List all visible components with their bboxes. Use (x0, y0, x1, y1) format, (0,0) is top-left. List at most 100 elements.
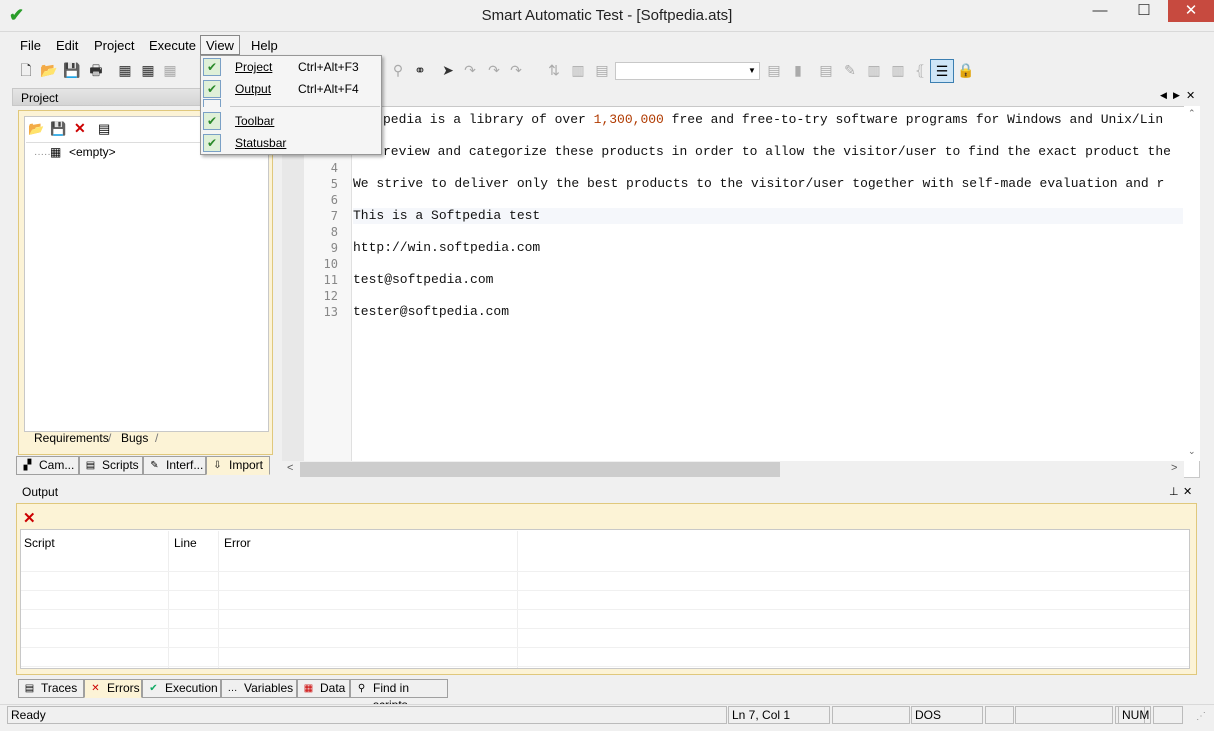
vertical-scrollbar[interactable] (1184, 106, 1200, 461)
combobox-arrow-icon[interactable]: ▼ (745, 62, 759, 80)
table-row[interactable] (21, 572, 1189, 591)
code-line-11: test@softpedia.com (353, 272, 494, 287)
report-icon[interactable]: ▤ (592, 60, 612, 80)
scroll-right-icon[interactable]: > (1171, 462, 1177, 474)
code-line-5: We strive to deliver only the best produ… (353, 176, 1165, 191)
save-icon[interactable]: 💾 (50, 121, 66, 137)
table-row[interactable] (21, 610, 1189, 629)
view-menu-item-statusbar[interactable]: Statusbar (235, 136, 286, 150)
step-icon[interactable]: ↷ (460, 60, 480, 80)
tab-bugs[interactable]: Bugs (121, 431, 148, 445)
menu-project[interactable]: Project (89, 36, 139, 54)
tab-campaigns[interactable]: ▞ Cam... (16, 456, 79, 475)
sort-icon[interactable]: ⇅ (544, 60, 564, 80)
tab-divider: / (155, 431, 159, 445)
brackets-icon[interactable]: ⦃ (910, 60, 930, 80)
tree-item-empty[interactable]: <empty> (69, 145, 116, 159)
tab-find-in-scripts[interactable]: ⚲Find in scripts (350, 679, 448, 712)
chart-icon[interactable]: ▥ (568, 60, 588, 80)
line-number: 9 (330, 241, 338, 255)
script-icon[interactable]: ▦ (138, 60, 158, 80)
run-icon[interactable]: ➤ (438, 60, 458, 80)
horizontal-scroll-thumb[interactable] (300, 462, 780, 477)
scroll-up-icon[interactable]: ⌃ (1188, 108, 1196, 119)
edit-icon[interactable]: ✎ (840, 60, 860, 80)
status-slot (832, 706, 910, 724)
close-button[interactable]: ✕ (1168, 0, 1214, 22)
open-folder-icon[interactable]: 📂 (39, 60, 59, 80)
delete-icon[interactable]: ✕ (74, 120, 86, 137)
lock-icon[interactable]: 🔒 (956, 60, 976, 80)
save-icon[interactable]: 💾 (62, 60, 82, 80)
nav-left-icon[interactable]: ◀ (1160, 90, 1167, 101)
import-icon: ⇩ (213, 460, 222, 471)
tab-errors[interactable]: ✕ Errors (84, 679, 142, 698)
code-line-3: review and categorize these products in … (383, 144, 1171, 159)
tab-requirements[interactable]: Requirements (34, 431, 109, 445)
new-file-icon[interactable]: 🗋 (16, 60, 36, 80)
close-editor-icon[interactable]: ✕ (1186, 89, 1195, 102)
column-header-script[interactable]: Script (20, 533, 168, 553)
stop-icon[interactable]: ↷ (506, 60, 526, 80)
print-icon[interactable]: 🖶 (86, 60, 106, 80)
columns-icon[interactable]: ▥ (888, 60, 908, 80)
bar-chart-icon[interactable]: ▮ (788, 60, 808, 80)
shortcut-label: Ctrl+Alt+F3 (298, 60, 359, 74)
traces-icon: ▤ (24, 683, 35, 694)
close-output-icon[interactable]: ✕ (1183, 485, 1192, 498)
record-icon[interactable]: ▦ (115, 60, 135, 80)
minimize-button[interactable]: — (1080, 0, 1120, 22)
scroll-down-icon[interactable]: ⌄ (1188, 446, 1196, 457)
menu-help[interactable]: Help (246, 36, 283, 54)
table-row[interactable] (21, 629, 1189, 648)
pin-icon[interactable]: ⊥ (1169, 485, 1179, 498)
pencil-icon: ✎ (150, 460, 159, 471)
tab-traces[interactable]: ▤ Traces (18, 679, 84, 698)
view-menu-item-output[interactable]: Output (235, 82, 271, 96)
line-number: 10 (323, 257, 338, 271)
menu-execute[interactable]: Execute (144, 36, 201, 54)
stats-icon[interactable]: ▥ (864, 60, 884, 80)
maximize-button[interactable]: ☐ (1124, 0, 1164, 22)
menu-view[interactable]: View (200, 35, 240, 55)
column-header-error[interactable]: Error (220, 533, 516, 553)
view-menu-item-project[interactable]: Project (235, 60, 272, 74)
project-tree[interactable] (26, 142, 267, 427)
tree-connector: ····· (34, 149, 51, 160)
open-folder-icon[interactable]: 📂 (28, 121, 44, 137)
clear-errors-icon[interactable]: ✕ (23, 509, 36, 527)
list-icon[interactable]: ▤ (764, 60, 784, 80)
tab-variables[interactable]: … Variables (221, 679, 297, 698)
menu-edit[interactable]: Edit (51, 36, 83, 54)
tab-interfaces[interactable]: ✎ Interf... (143, 456, 206, 475)
tab-data[interactable]: ▦ Data (297, 679, 350, 698)
menu-separator (230, 106, 380, 107)
column-header-line[interactable]: Line (170, 533, 218, 553)
properties-icon[interactable]: ▤ (98, 121, 110, 137)
code-editor[interactable] (282, 106, 1200, 478)
tab-import[interactable]: ⇩ Import (206, 456, 270, 475)
table-row[interactable] (21, 553, 1189, 572)
copy-icon[interactable]: ▦ (160, 60, 180, 80)
menu-gutter (203, 99, 221, 107)
menu-file[interactable]: File (15, 36, 46, 54)
line-number: 8 (330, 225, 338, 239)
tab-scripts[interactable]: ▤ Scripts (79, 456, 143, 475)
code-line-1: pedia is a library of over 1,300,000 fre… (383, 112, 1164, 127)
tab-execution[interactable]: ✔ Execution (142, 679, 221, 698)
status-text: Ready (7, 706, 727, 724)
binoculars-icon[interactable]: ⚭ (410, 60, 430, 80)
status-slot (1015, 706, 1113, 724)
tree-node-icon: ▦ (50, 145, 62, 159)
table-row[interactable] (21, 648, 1189, 667)
scroll-left-icon[interactable]: < (287, 462, 293, 474)
view-menu-item-toolbar[interactable]: Toolbar (235, 114, 274, 128)
step-over-icon[interactable]: ↷ (484, 60, 504, 80)
nav-right-icon[interactable]: ▶ (1173, 90, 1180, 101)
find-icon[interactable]: ⚲ (388, 60, 408, 80)
resize-grip-icon[interactable]: ⋰ (1196, 711, 1206, 722)
toolbar-combobox[interactable] (615, 62, 760, 80)
table-row[interactable] (21, 591, 1189, 610)
line-spacing-toggle-icon[interactable]: ☰ (930, 59, 954, 83)
outline-icon[interactable]: ▤ (816, 60, 836, 80)
